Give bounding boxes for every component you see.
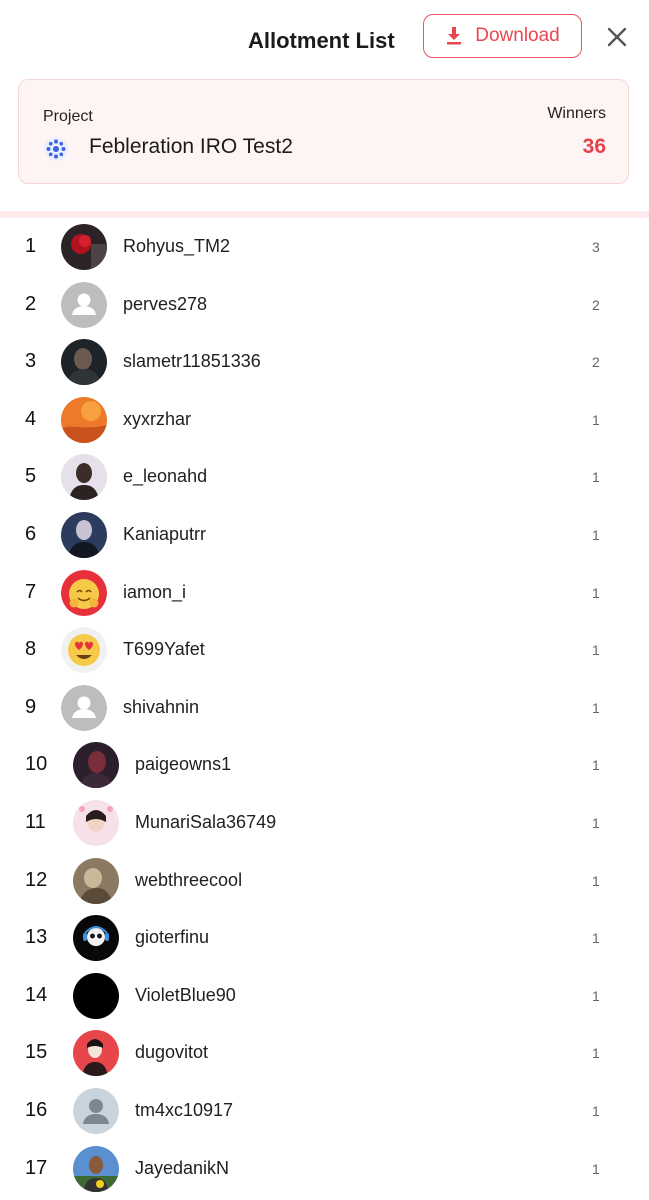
winner-rank: 8	[25, 638, 37, 661]
winner-row[interactable]: 11 MunariSala36749 1	[0, 794, 649, 851]
close-icon[interactable]	[604, 24, 630, 50]
winner-allotment-count: 1	[592, 987, 600, 1004]
winner-row[interactable]: 1 Rohyus_TM2 3	[0, 218, 649, 275]
avatar	[61, 684, 107, 731]
avatar	[61, 627, 107, 674]
winner-allotment-count: 2	[592, 354, 600, 371]
avatar	[73, 857, 119, 904]
winner-rank: 3	[25, 350, 37, 373]
winner-allotment-count: 1	[592, 699, 600, 716]
winner-rank: 1	[25, 235, 37, 257]
winner-username: Kaniaputrr	[123, 524, 207, 544]
winner-row[interactable]: 8 T699Yafet 1	[0, 621, 649, 678]
winner-rank: 15	[25, 1041, 48, 1064]
section-divider	[0, 211, 649, 218]
winner-username: gioterfinu	[135, 927, 210, 948]
winner-username: e_leonahd	[123, 466, 208, 487]
winner-allotment-count: 1	[592, 642, 600, 659]
winners-count: 36	[582, 135, 606, 158]
winner-row[interactable]: 7 iamon_i 1	[0, 564, 649, 621]
winner-allotment-count: 1	[592, 1103, 600, 1119]
winner-rank: 4	[25, 407, 37, 430]
winner-allotment-count: 1	[592, 757, 600, 774]
winner-row[interactable]: 15 dugovitot 1	[0, 1024, 649, 1081]
winner-username: paigeowns1	[135, 754, 232, 775]
winner-row[interactable]: 9 shivahnin 1	[0, 679, 649, 736]
avatar	[61, 281, 107, 328]
winner-allotment-count: 1	[592, 872, 600, 889]
avatar	[73, 1088, 119, 1134]
winner-rank: 17	[25, 1156, 48, 1179]
winner-username: shivahnin	[123, 696, 200, 717]
project-label: Project	[43, 108, 93, 125]
winner-row[interactable]: 3 slametr11851336 2	[0, 333, 649, 390]
avatar	[61, 512, 107, 558]
winner-username: Rohyus_TM2	[123, 236, 231, 256]
winner-row[interactable]: 12 webthreecool 1	[0, 852, 649, 909]
download-button[interactable]: Download	[423, 14, 582, 58]
avatar	[61, 396, 107, 443]
project-logo-icon	[44, 137, 68, 161]
winner-rank: 16	[25, 1099, 48, 1121]
winner-username: MunariSala36749	[135, 812, 277, 832]
winner-rank: 10	[25, 753, 48, 776]
dialog-header: Allotment List Download	[0, 0, 649, 78]
winner-allotment-count: 1	[592, 584, 600, 601]
winner-row[interactable]: 17 JayedanikN 1	[0, 1140, 649, 1197]
avatar	[73, 1145, 119, 1192]
project-name: Febleration IRO Test2	[89, 135, 293, 158]
winner-allotment-count: 1	[592, 1045, 600, 1062]
winner-allotment-count: 1	[592, 527, 600, 543]
avatar	[73, 972, 119, 1019]
winner-rank: 2	[25, 292, 37, 315]
avatar	[61, 339, 107, 386]
avatar	[73, 915, 119, 962]
winner-rank: 5	[25, 465, 37, 488]
winner-row[interactable]: 14 VioletBlue90 1	[0, 967, 649, 1024]
winner-username: tm4xc10917	[135, 1100, 234, 1120]
project-summary-card: Project Febleration IRO Test2 Winners 36	[18, 79, 629, 184]
winner-row[interactable]: 5 e_leonahd 1	[0, 448, 649, 505]
winner-username: webthreecool	[135, 869, 243, 890]
avatar	[61, 454, 107, 501]
winner-username: VioletBlue90	[135, 984, 236, 1005]
winner-rank: 14	[25, 983, 48, 1006]
winner-row[interactable]: 2 perves278 2	[0, 276, 649, 333]
avatar	[73, 742, 119, 789]
winner-allotment-count: 1	[592, 1160, 600, 1177]
winner-allotment-count: 2	[592, 296, 600, 313]
winners-label: Winners	[547, 105, 606, 122]
winner-allotment-count: 1	[592, 930, 600, 947]
winner-allotment-count: 1	[592, 469, 600, 486]
winner-row[interactable]: 13 gioterfinu 1	[0, 909, 649, 966]
winner-username: JayedanikN	[135, 1157, 230, 1178]
avatar	[61, 224, 107, 270]
winner-row[interactable]: 10 paigeowns1 1	[0, 736, 649, 793]
winner-row[interactable]: 16 tm4xc10917 1	[0, 1082, 649, 1139]
winner-allotment-count: 1	[592, 411, 600, 428]
winner-rank: 6	[25, 523, 37, 545]
download-button-label: Download	[475, 25, 560, 46]
winner-rank: 11	[25, 811, 46, 833]
winner-row[interactable]: 4 xyxrzhar 1	[0, 391, 649, 448]
winner-username: slametr11851336	[123, 351, 261, 372]
avatar	[73, 1030, 119, 1077]
winner-allotment-count: 1	[592, 815, 600, 831]
winner-row[interactable]: 6 Kaniaputrr 1	[0, 506, 649, 563]
winner-username: perves278	[123, 293, 208, 314]
winner-username: dugovitot	[135, 1042, 209, 1063]
download-icon	[447, 27, 462, 45]
winner-rank: 9	[25, 695, 37, 718]
winner-rank: 12	[25, 868, 48, 891]
winner-rank: 13	[25, 926, 48, 949]
winner-username: iamon_i	[123, 581, 187, 602]
winner-username: T699Yafet	[123, 639, 205, 660]
winner-rank: 7	[25, 580, 37, 603]
avatar	[61, 569, 107, 616]
winner-allotment-count: 3	[592, 239, 600, 255]
avatar	[73, 800, 119, 846]
page-title: Allotment List	[248, 28, 395, 53]
winner-username: xyxrzhar	[123, 408, 192, 429]
